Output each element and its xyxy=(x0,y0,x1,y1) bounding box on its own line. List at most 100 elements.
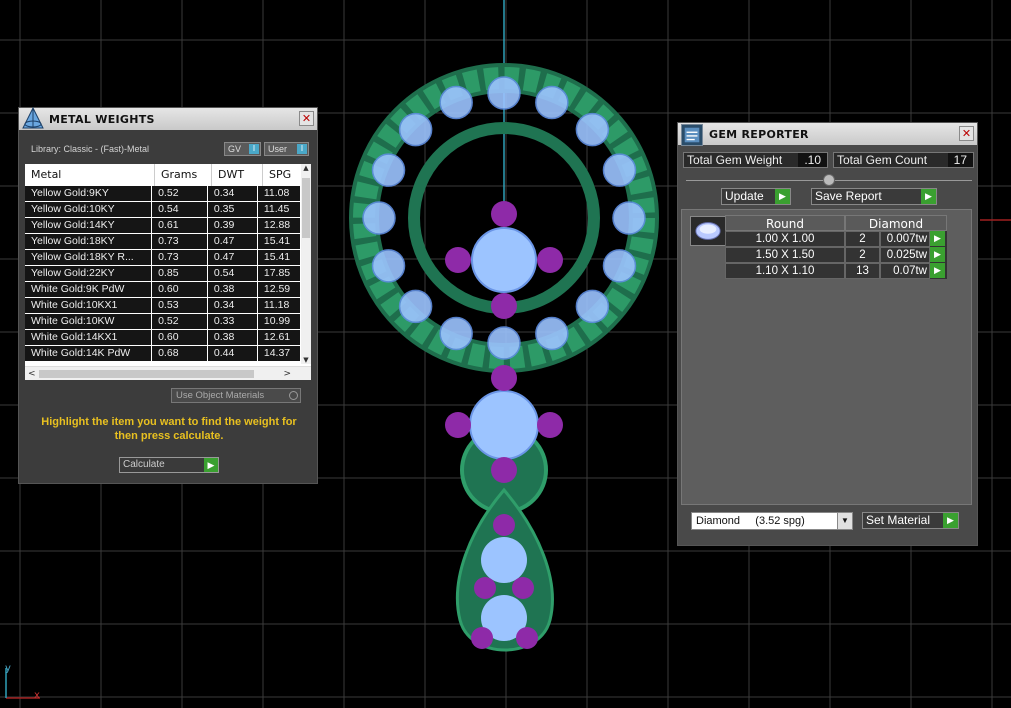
gem-count-cell: 13 xyxy=(845,263,880,279)
metal-weights-titlebar[interactable]: METAL WEIGHTS ✕ xyxy=(19,108,317,130)
gem-row[interactable]: 1.50 X 1.50 2 0.025tw ▶ xyxy=(725,247,947,263)
gem-row[interactable]: 1.10 X 1.10 13 0.07tw ▶ xyxy=(725,263,947,279)
scroll-thumb[interactable] xyxy=(39,370,254,378)
metal-weights-app-icon xyxy=(22,106,44,129)
toggle-indicator-icon: I xyxy=(297,144,307,154)
accent-gem xyxy=(493,514,515,536)
user-toggle[interactable]: User I xyxy=(264,142,309,156)
play-arrow-icon[interactable]: ▶ xyxy=(921,189,936,204)
gem-stone xyxy=(612,201,646,235)
vertical-scrollbar[interactable]: ▲ ▼ xyxy=(301,164,311,364)
table-row[interactable]: White Gold:10KW 0.52 0.33 10.99 xyxy=(25,314,301,330)
instruction-text: Highlight the item you want to find the … xyxy=(41,416,297,442)
calculate-label: Calculate xyxy=(123,459,165,470)
radio-icon xyxy=(289,391,298,400)
scroll-thumb[interactable] xyxy=(302,178,310,238)
table-cell: 0.53 xyxy=(152,298,208,313)
gem-stone xyxy=(602,249,637,283)
table-cell: White Gold:9K PdW xyxy=(25,282,153,297)
table-cell: 0.52 xyxy=(152,314,208,329)
scroll-up-icon[interactable]: ▲ xyxy=(301,164,311,172)
save-report-button[interactable]: Save Report ▶ xyxy=(811,188,937,205)
scroll-left-icon[interactable]: < xyxy=(28,367,36,380)
table-row[interactable]: White Gold:14K PdW 0.68 0.44 14.37 xyxy=(25,346,301,362)
round-gem-icon[interactable] xyxy=(690,216,726,246)
table-row[interactable]: Yellow Gold:10KY 0.54 0.35 11.45 xyxy=(25,202,301,218)
calculate-button[interactable]: Calculate ▶ xyxy=(119,457,219,473)
total-gem-count-label: Total Gem Count xyxy=(837,153,928,167)
play-arrow-icon[interactable]: ▶ xyxy=(204,458,218,472)
column-header[interactable]: Grams xyxy=(155,164,212,186)
toggle-indicator-icon: I xyxy=(249,144,259,154)
center-gem xyxy=(471,227,537,293)
table-cell: Yellow Gold:10KY xyxy=(25,202,153,217)
table-cell: Yellow Gold:9KY xyxy=(25,186,153,201)
table-cell: 0.73 xyxy=(152,250,208,265)
table-cell: 0.68 xyxy=(152,346,208,361)
gem-stone xyxy=(602,153,637,187)
close-icon[interactable]: ✕ xyxy=(959,126,974,141)
table-cell: 0.35 xyxy=(208,202,258,217)
scroll-down-icon[interactable]: ▼ xyxy=(301,356,311,364)
gem-list-area: Round Diamond 1.00 X 1.00 2 0.007tw ▶ 1.50 X… xyxy=(681,209,972,505)
table-cell: 0.47 xyxy=(208,234,258,249)
play-arrow-icon[interactable]: ▶ xyxy=(775,189,790,204)
horizontal-scrollbar[interactable]: < > xyxy=(25,366,311,380)
table-row[interactable]: Yellow Gold:9KY 0.52 0.34 11.08 xyxy=(25,186,301,202)
table-header: Metal Grams DWT SPG xyxy=(25,164,307,186)
gem-weight-cell: 0.007tw xyxy=(880,231,930,247)
material-header: Diamond xyxy=(845,215,947,231)
scroll-right-icon[interactable]: > xyxy=(283,367,291,380)
material-select[interactable]: Diamond (3.52 spg) ▼ xyxy=(691,512,853,530)
accent-gem xyxy=(474,577,496,599)
gem-table-header: Round Diamond xyxy=(725,215,947,231)
table-cell: 14.37 xyxy=(258,346,301,361)
play-arrow-icon[interactable]: ▶ xyxy=(930,247,945,262)
table-cell: 0.61 xyxy=(152,218,208,233)
table-row[interactable]: White Gold:10KX1 0.53 0.34 11.18 xyxy=(25,298,301,314)
table-row[interactable]: White Gold:9K PdW 0.60 0.38 12.59 xyxy=(25,282,301,298)
use-object-materials-checkbox[interactable]: Use Object Materials xyxy=(171,388,301,403)
table-cell: 0.60 xyxy=(152,282,208,297)
axis-y-label: y xyxy=(5,663,11,674)
table-row[interactable]: Yellow Gold:22KY 0.85 0.54 17.85 xyxy=(25,266,301,282)
pendant-gem xyxy=(469,390,539,460)
gv-toggle[interactable]: GV I xyxy=(224,142,261,156)
table-row[interactable]: Yellow Gold:18KY 0.73 0.47 15.41 xyxy=(25,234,301,250)
table-row[interactable]: White Gold:14KX1 0.60 0.38 12.61 xyxy=(25,330,301,346)
chevron-down-icon[interactable]: ▼ xyxy=(837,513,852,529)
table-cell: 0.34 xyxy=(208,186,258,201)
column-header[interactable]: DWT xyxy=(212,164,263,186)
update-button[interactable]: Update ▶ xyxy=(721,188,791,205)
gem-reporter-titlebar[interactable]: GEM REPORTER ✕ xyxy=(678,123,977,145)
gem-table-body: 1.00 X 1.00 2 0.007tw ▶ 1.50 X 1.50 2 0.025tw ▶… xyxy=(725,231,947,279)
accent-gem xyxy=(491,365,517,391)
table-cell: 0.38 xyxy=(208,330,258,345)
metal-weights-title: METAL WEIGHTS xyxy=(49,112,155,126)
gem-count-cell: 2 xyxy=(845,231,880,247)
table-cell: 0.39 xyxy=(208,218,258,233)
table-cell: 0.85 xyxy=(152,266,208,281)
gem-reporter-title: GEM REPORTER xyxy=(709,127,809,141)
table-row[interactable]: Yellow Gold:18KY R... 0.73 0.47 15.41 xyxy=(25,250,301,266)
total-gem-weight-field: Total Gem Weight .10 xyxy=(683,152,828,168)
gem-table: Round Diamond 1.00 X 1.00 2 0.007tw ▶ 1.50 X… xyxy=(725,215,947,279)
gem-reporter-panel: GEM REPORTER ✕ Total Gem Weight .10 Tota… xyxy=(677,122,978,546)
metal-weights-table[interactable]: Metal Grams DWT SPG Yellow Gold:9KY 0.52 0… xyxy=(25,164,311,380)
column-header[interactable]: Metal xyxy=(25,164,155,186)
gem-stone xyxy=(575,289,610,324)
close-icon[interactable]: ✕ xyxy=(299,111,314,126)
metal-weights-panel: METAL WEIGHTS ✕ Library: Classic - (Fast… xyxy=(18,106,318,484)
table-row[interactable]: Yellow Gold:14KY 0.61 0.39 12.88 xyxy=(25,218,301,234)
play-arrow-icon[interactable]: ▶ xyxy=(943,513,958,528)
play-arrow-icon[interactable]: ▶ xyxy=(930,263,945,278)
play-arrow-icon[interactable]: ▶ xyxy=(930,231,945,246)
table-cell: White Gold:10KW xyxy=(25,314,153,329)
set-material-button[interactable]: Set Material ▶ xyxy=(862,512,959,529)
divider-slider-handle[interactable] xyxy=(823,174,835,186)
gem-weight-cell: 0.07tw xyxy=(880,263,930,279)
update-label: Update xyxy=(725,189,764,203)
shape-header: Round xyxy=(725,215,845,231)
gem-row[interactable]: 1.00 X 1.00 2 0.007tw ▶ xyxy=(725,231,947,247)
set-material-label: Set Material xyxy=(866,513,931,527)
